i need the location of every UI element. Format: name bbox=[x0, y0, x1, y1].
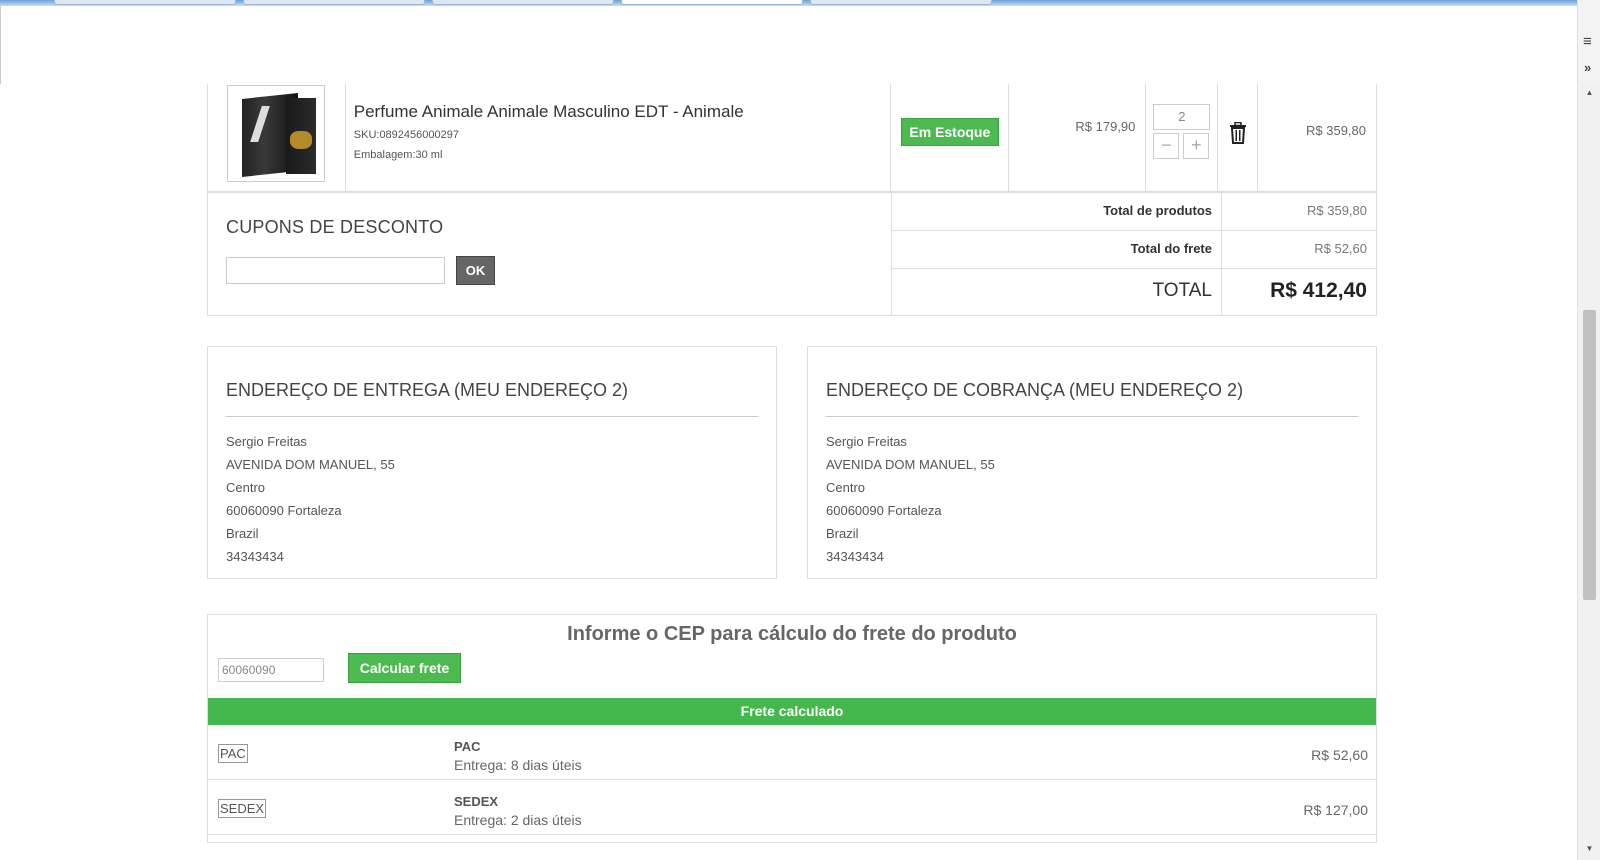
quantity-cell: 2 − + bbox=[1146, 84, 1219, 191]
delivery-address-title: ENDEREÇO DE ENTREGA (MEU ENDEREÇO 2) bbox=[226, 347, 758, 417]
browser-tab[interactable] bbox=[54, 0, 236, 5]
total-products-label: Total de produtos bbox=[892, 193, 1222, 230]
scroll-thumb[interactable] bbox=[1583, 310, 1596, 600]
product-sku: SKU:0892456000297 bbox=[353, 129, 459, 141]
cart-summary: CUPONS DE DESCONTO OK Total de produtos … bbox=[207, 192, 1377, 316]
cart-product-row: Perfume Animale Animale Masculino EDT - … bbox=[207, 84, 1377, 192]
shipping-option[interactable]: SEDEX SEDEX Entrega: 2 dias úteis R$ 127… bbox=[208, 780, 1376, 835]
browser-toolbar-area bbox=[0, 6, 1577, 84]
chevron-double-right-icon[interactable]: » bbox=[1584, 60, 1591, 75]
scroll-up-arrow-icon[interactable]: ▲ bbox=[1578, 86, 1600, 100]
coupon-section: CUPONS DE DESCONTO OK bbox=[208, 193, 892, 315]
trash-icon[interactable] bbox=[1228, 122, 1248, 144]
shipping-option-price: R$ 52,60 bbox=[1311, 747, 1368, 763]
shipping-option-price: R$ 127,00 bbox=[1303, 802, 1368, 818]
product-description-cell: Perfume Animale Animale Masculino EDT - … bbox=[346, 84, 891, 191]
address-line: 34343434 bbox=[226, 549, 284, 564]
product-image[interactable] bbox=[227, 85, 325, 182]
address-line: AVENIDA DOM MANUEL, 55 bbox=[826, 457, 995, 472]
total-products-value: R$ 359,80 bbox=[1307, 203, 1367, 218]
shipping-option[interactable]: PAC PAC Entrega: 8 dias úteis R$ 52,60 bbox=[208, 725, 1376, 780]
address-line: Brazil bbox=[826, 526, 859, 541]
grand-total-value: R$ 412,40 bbox=[1270, 279, 1367, 302]
browser-tab[interactable] bbox=[432, 0, 614, 5]
address-line: Sergio Freitas bbox=[226, 434, 307, 449]
shipping-option-eta: Entrega: 8 dias úteis bbox=[454, 757, 582, 773]
address-line: 34343434 bbox=[826, 549, 884, 564]
totals-row: TOTAL R$ 412,40 bbox=[892, 269, 1376, 315]
address-line: AVENIDA DOM MANUEL, 55 bbox=[226, 457, 395, 472]
shipping-option-name: SEDEX bbox=[454, 794, 499, 809]
coupon-input[interactable] bbox=[226, 257, 445, 284]
quantity-input[interactable]: 2 bbox=[1153, 104, 1211, 130]
totals-row: Total do frete R$ 52,60 bbox=[892, 231, 1376, 269]
billing-address-title: ENDEREÇO DE COBRANÇA (MEU ENDEREÇO 2) bbox=[826, 347, 1358, 417]
shipping-calculator: Informe o CEP para cálculo do frete do p… bbox=[207, 614, 1377, 843]
cep-input[interactable]: 60060090 bbox=[218, 658, 324, 682]
grand-total-label: TOTAL bbox=[892, 269, 1222, 315]
remove-cell bbox=[1218, 84, 1259, 191]
browser-side-controls: ≡ » bbox=[1577, 0, 1600, 84]
totals-table: Total de produtos R$ 359,80 Total do fre… bbox=[892, 193, 1376, 315]
delivery-address-box: ENDEREÇO DE ENTREGA (MEU ENDEREÇO 2) Ser… bbox=[207, 346, 777, 579]
coupon-title: CUPONS DE DESCONTO bbox=[226, 217, 444, 237]
address-line: 60060090 Fortaleza bbox=[226, 503, 342, 518]
browser-tab-active[interactable] bbox=[621, 0, 803, 5]
address-line: Brazil bbox=[226, 526, 259, 541]
calculate-shipping-button[interactable]: Calcular frete bbox=[348, 653, 461, 683]
stock-status-cell: Em Estoque bbox=[891, 84, 1009, 191]
browser-tab[interactable] bbox=[810, 0, 992, 5]
shipping-option-tag[interactable]: PAC bbox=[218, 744, 248, 763]
address-line: Centro bbox=[226, 480, 266, 495]
vertical-scrollbar[interactable]: ▲ ▼ bbox=[1577, 84, 1600, 860]
scroll-down-arrow-icon[interactable]: ▼ bbox=[1578, 842, 1600, 856]
browser-tab[interactable] bbox=[243, 0, 425, 5]
product-packaging: Embalagem:30 ml bbox=[353, 149, 443, 161]
shipping-option-tag[interactable]: SEDEX bbox=[218, 799, 267, 818]
unit-price: R$ 179,90 bbox=[1009, 84, 1147, 191]
address-line: Centro bbox=[826, 480, 866, 495]
shipping-option-name: PAC bbox=[454, 739, 481, 754]
plus-icon[interactable]: + bbox=[1183, 133, 1210, 159]
totals-row: Total de produtos R$ 359,80 bbox=[892, 193, 1376, 231]
minus-icon[interactable]: − bbox=[1153, 133, 1180, 159]
address-line: Sergio Freitas bbox=[826, 434, 907, 449]
billing-address-box: ENDEREÇO DE COBRANÇA (MEU ENDEREÇO 2) Se… bbox=[807, 346, 1377, 579]
product-name[interactable]: Perfume Animale Animale Masculino EDT - … bbox=[354, 102, 890, 122]
product-subtotal: R$ 359,80 bbox=[1306, 123, 1367, 138]
shipping-title: Informe o CEP para cálculo do frete do p… bbox=[567, 623, 1017, 645]
total-shipping-value: R$ 52,60 bbox=[1314, 241, 1367, 256]
stock-status-badge: Em Estoque bbox=[900, 118, 999, 146]
perfume-emblem-graphic bbox=[290, 131, 312, 149]
shipping-result-header: Frete calculado bbox=[208, 698, 1376, 725]
address-line: 60060090 Fortaleza bbox=[826, 503, 942, 518]
coupon-ok-button[interactable]: OK bbox=[456, 256, 495, 285]
product-image-cell bbox=[208, 84, 346, 191]
total-shipping-label: Total do frete bbox=[892, 231, 1222, 268]
shipping-option-eta: Entrega: 2 dias úteis bbox=[454, 812, 582, 828]
menu-icon[interactable]: ≡ bbox=[1583, 33, 1592, 50]
